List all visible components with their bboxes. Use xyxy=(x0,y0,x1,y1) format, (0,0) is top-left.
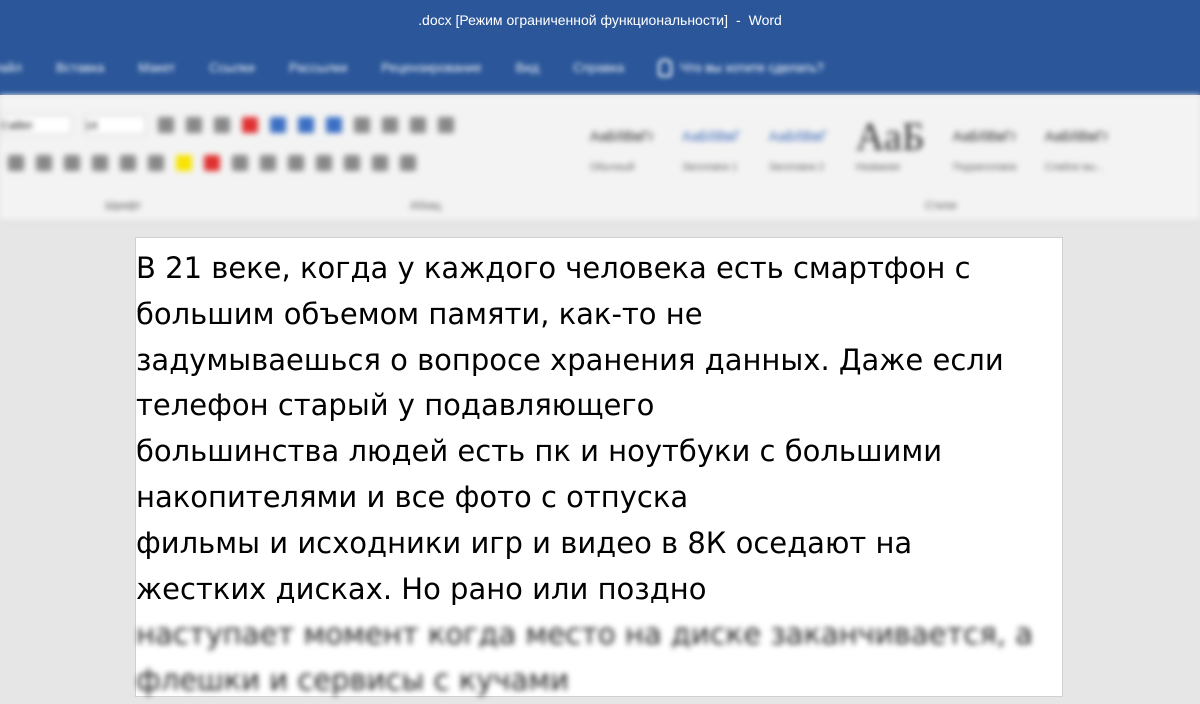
justify-icon[interactable] xyxy=(316,155,332,171)
styles-gallery: АаБбВвГг Обычный АаБбВвГ Заголовок 1 АаБ… xyxy=(590,113,1109,173)
grow-font-icon[interactable] xyxy=(158,117,174,133)
strikethrough-icon[interactable] xyxy=(64,155,80,171)
clear-formatting-icon[interactable] xyxy=(242,117,258,133)
document-line: задумываешься о вопросе хранения данных.… xyxy=(136,342,1004,377)
document-line: флешки и сервисы с кучами xyxy=(136,663,570,698)
style-caption: Название xyxy=(855,162,901,173)
align-center-icon[interactable] xyxy=(260,155,276,171)
style-sample: АаБбВвГг xyxy=(952,128,1017,144)
bullets-icon[interactable] xyxy=(270,117,286,133)
style-normal[interactable]: АаБбВвГг Обычный xyxy=(590,128,654,173)
tab-mailings[interactable]: Рассылки xyxy=(289,60,347,75)
borders-icon[interactable] xyxy=(400,155,416,171)
style-title[interactable]: АаБ Название xyxy=(856,113,925,173)
highlight-icon[interactable] xyxy=(176,155,192,171)
tab-layout[interactable]: Макет xyxy=(138,60,175,75)
change-case-icon[interactable] xyxy=(214,117,230,133)
subscript-icon[interactable] xyxy=(92,155,108,171)
decrease-indent-icon[interactable] xyxy=(354,117,370,133)
underline-icon[interactable] xyxy=(36,155,52,171)
font-size-value: 14 xyxy=(85,120,98,132)
tab-insert[interactable]: Вставка xyxy=(56,60,104,75)
document-line: накопителями и все фото с отпуска xyxy=(136,479,689,514)
document-line: большинства людей есть пк и ноутбуки с б… xyxy=(136,434,943,469)
superscript-icon[interactable] xyxy=(120,155,136,171)
style-sample: АаБбВвГ xyxy=(681,128,741,144)
show-marks-icon[interactable] xyxy=(438,117,454,133)
app-name: Word xyxy=(748,12,782,28)
font-size-box[interactable]: 14 xyxy=(84,115,146,135)
numbering-icon[interactable] xyxy=(298,117,314,133)
document-line: наступает момент когда место на диске за… xyxy=(136,617,1033,652)
lightbulb-icon xyxy=(658,58,673,77)
document-line: фильмы и исходники игр и видео в 8К осед… xyxy=(136,525,913,560)
title-separator: - xyxy=(735,12,741,28)
align-left-icon[interactable] xyxy=(232,155,248,171)
sort-icon[interactable] xyxy=(410,117,426,133)
tab-view[interactable]: Вид xyxy=(516,60,540,75)
style-caption: Заголовок 2 xyxy=(768,162,825,173)
ribbon-home: Calibri 14 АаБбВвГг Обычный АаБбВвГ Заго… xyxy=(0,95,1200,221)
style-sample: АаБбВвГг xyxy=(1044,128,1109,144)
shrink-font-icon[interactable] xyxy=(186,117,202,133)
tell-me-label: Что вы хотите сделать? xyxy=(680,60,824,75)
document-line: большим объемом памяти, как-то не xyxy=(136,296,703,331)
style-caption: Обычный xyxy=(590,162,635,173)
tab-file[interactable]: Файл xyxy=(0,60,22,75)
document-line: жестких дисках. Но рано или поздно xyxy=(136,571,707,606)
tab-references[interactable]: Ссылки xyxy=(209,60,255,75)
document-line: В 21 веке, когда у каждого человека есть… xyxy=(136,251,971,285)
document-page[interactable]: В 21 веке, когда у каждого человека есть… xyxy=(135,237,1063,697)
tab-help[interactable]: Справка xyxy=(573,60,624,75)
italic-icon[interactable] xyxy=(8,155,24,171)
font-controls-row: Calibri 14 xyxy=(0,115,454,135)
group-label-styles: Стили xyxy=(925,200,957,212)
ribbon-tabs: Файл Вставка Макет Ссылки Рассылки Рецен… xyxy=(0,40,1200,95)
font-name-box[interactable]: Calibri xyxy=(0,115,72,135)
tell-me-search[interactable]: Что вы хотите сделать? xyxy=(658,58,824,77)
line-spacing-icon[interactable] xyxy=(344,155,360,171)
tab-review[interactable]: Рецензирование xyxy=(381,60,481,75)
title-bar: .docx [Режим ограниченной функциональнос… xyxy=(0,0,1200,40)
align-right-icon[interactable] xyxy=(288,155,304,171)
style-heading-2[interactable]: АаБбВвГ Заголовок 2 xyxy=(769,128,828,173)
style-subtle-emphasis[interactable]: АаБбВвГг Слабое вы... xyxy=(1045,128,1109,173)
style-heading-1[interactable]: АаБбВвГ Заголовок 1 xyxy=(682,128,741,173)
style-sample: АаБ xyxy=(855,114,925,159)
text-effects-icon[interactable] xyxy=(148,155,164,171)
group-label-paragraph: Абзац xyxy=(410,200,441,212)
style-caption: Слабое вы... xyxy=(1044,162,1104,173)
format-controls-row xyxy=(8,155,416,171)
document-line: телефон старый у подавляющего xyxy=(136,388,655,423)
increase-indent-icon[interactable] xyxy=(382,117,398,133)
style-sample: АаБбВвГг xyxy=(590,128,654,144)
group-label-font: Шрифт xyxy=(105,200,142,212)
shading-icon[interactable] xyxy=(372,155,388,171)
font-name-value: Calibri xyxy=(1,120,33,132)
multilevel-list-icon[interactable] xyxy=(326,117,342,133)
style-subtitle[interactable]: АаБбВвГг Подзаголовок xyxy=(953,128,1017,173)
style-caption: Заголовок 1 xyxy=(681,162,738,173)
style-sample: АаБбВвГ xyxy=(768,128,828,144)
document-title: .docx [Режим ограниченной функциональнос… xyxy=(418,12,728,28)
font-color-icon[interactable] xyxy=(204,155,220,171)
style-caption: Подзаголовок xyxy=(952,162,1017,173)
